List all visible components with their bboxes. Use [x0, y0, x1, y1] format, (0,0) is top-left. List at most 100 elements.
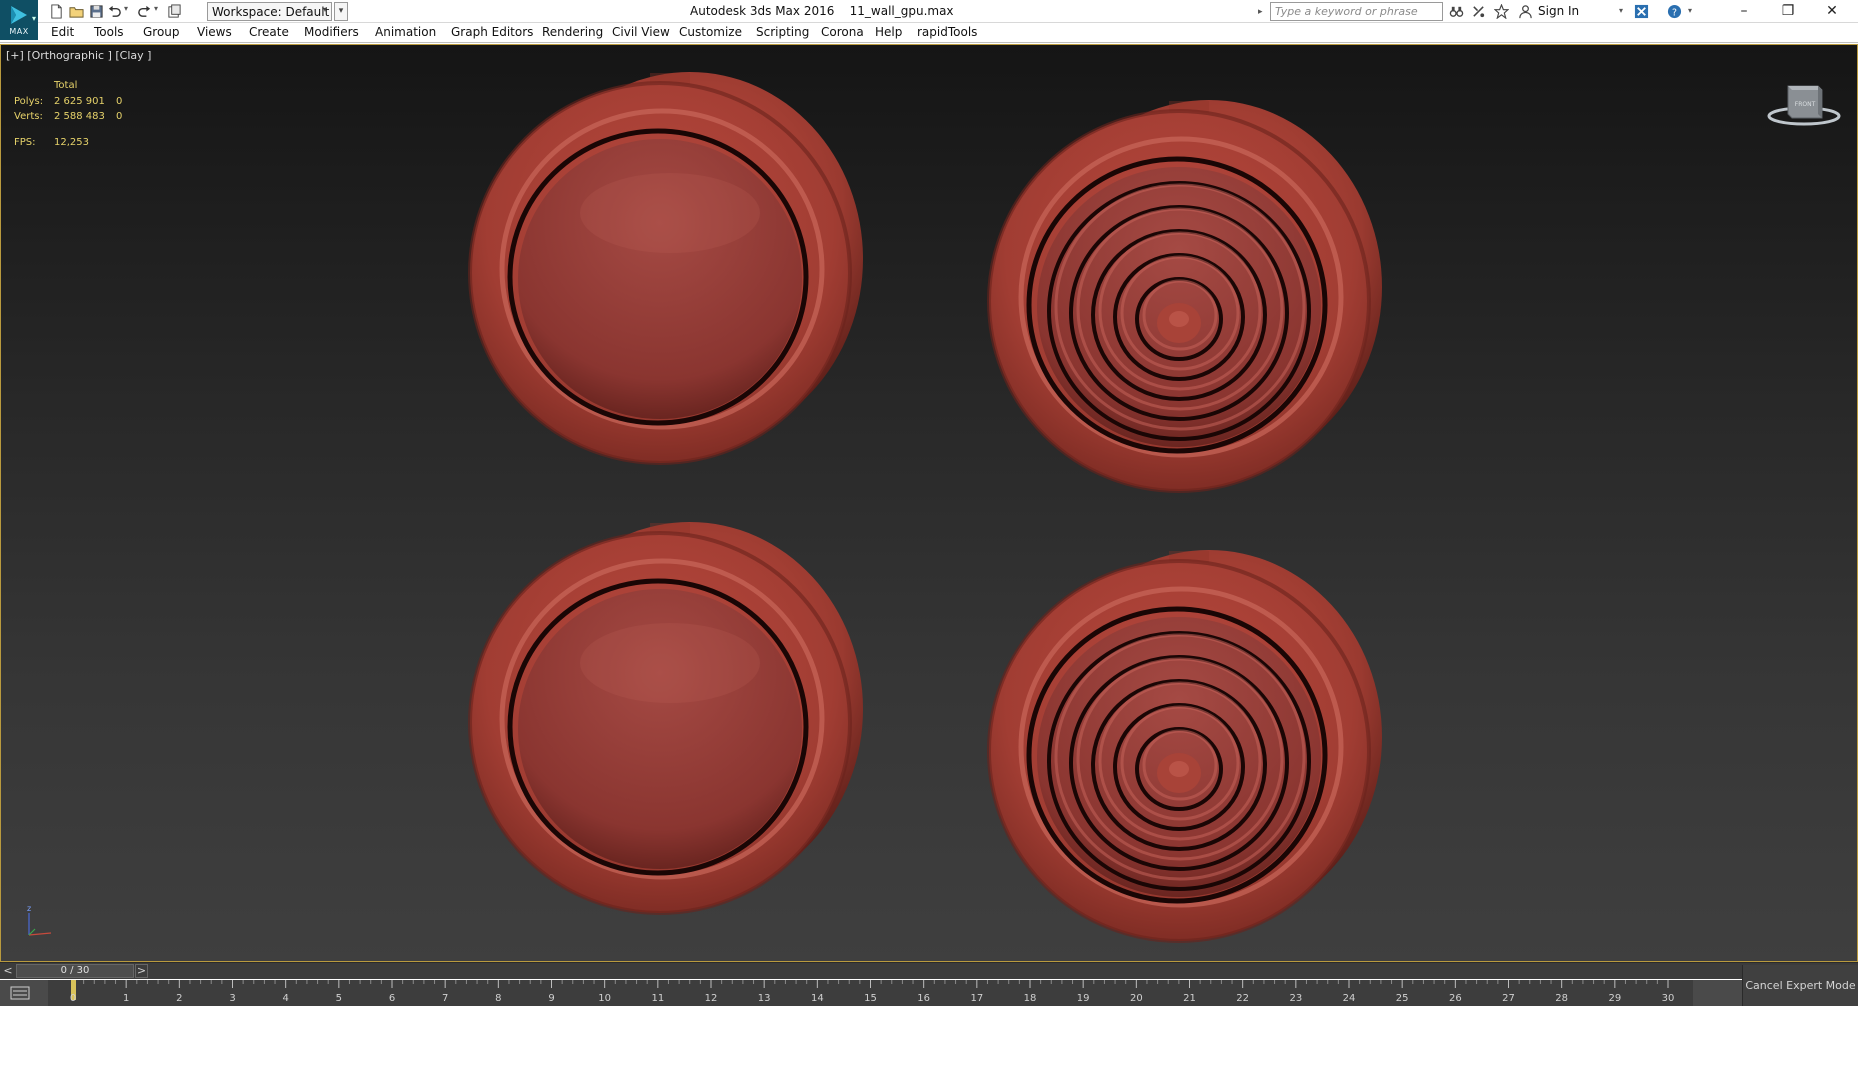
menu-customize[interactable]: Customize [679, 25, 742, 39]
menu-civil-view[interactable]: Civil View [612, 25, 670, 39]
scene-canvas[interactable] [1, 45, 1858, 962]
save-button[interactable] [86, 2, 106, 20]
axis-z-label: z [27, 904, 31, 913]
ruler-tick-label: 11 [651, 993, 665, 1004]
redo-history-arrow-icon[interactable]: ▾ [154, 4, 158, 13]
chevron-down-icon[interactable]: ▾ [1619, 6, 1623, 15]
ruler-tick-label: 14 [810, 993, 824, 1004]
ruler-tick-label: 3 [229, 993, 236, 1004]
timeline-ruler[interactable]: 0 1 2 3 4 5 6 7 8 9 10 11 12 13 14 15 16 17 18 19 20 21 22 23 24… [48, 980, 1693, 1006]
search-button[interactable] [1446, 2, 1466, 21]
ruler-tick-label: 18 [1023, 993, 1037, 1004]
help-button[interactable]: ? [1664, 2, 1684, 21]
exchange-x-icon [1634, 4, 1648, 19]
application-menu-button[interactable]: MAX ▾ [0, 0, 38, 40]
ruler-tick-label: 28 [1555, 993, 1569, 1004]
menu-corona[interactable]: Corona [821, 25, 864, 39]
menu-help[interactable]: Help [875, 25, 902, 39]
app-logo-label: MAX [9, 27, 29, 36]
time-slider-next-button[interactable]: > [135, 964, 148, 978]
project-folder-icon [167, 3, 181, 18]
time-slider[interactable]: < 0 / 30 > [0, 962, 1858, 979]
redo-icon [137, 5, 150, 17]
menu-edit[interactable]: Edit [51, 25, 74, 39]
menu-group[interactable]: Group [143, 25, 180, 39]
chevron-down-icon[interactable]: ▾ [1688, 6, 1692, 15]
button-ringed[interactable] [987, 100, 1382, 493]
binoculars-icon [1449, 6, 1463, 17]
open-mini-curve-editor-button[interactable] [6, 984, 34, 1002]
undo-button[interactable] [104, 2, 124, 20]
objects-layer [468, 72, 1382, 943]
user-icon [1518, 5, 1532, 19]
workspace-dropdown[interactable]: Workspace: Default ▾ [207, 2, 332, 21]
menu-create[interactable]: Create [249, 25, 289, 39]
menu-modifiers[interactable]: Modifiers [304, 25, 359, 39]
help-icon: ? [1667, 4, 1681, 18]
menu-rapidtools[interactable]: rapidTools [917, 25, 977, 39]
infocenter-search-input[interactable]: Type a keyword or phrase [1270, 2, 1443, 21]
ruler-tick-label: 24 [1342, 993, 1356, 1004]
open-file-icon [68, 6, 84, 18]
chevron-down-icon: ▾ [322, 5, 327, 14]
button-ringed[interactable] [987, 550, 1382, 943]
ruler-tick-label: 25 [1395, 993, 1409, 1004]
restore-button[interactable]: ❐ [1766, 0, 1810, 22]
ruler-tick-label: 5 [335, 993, 343, 1004]
time-slider-prev-button[interactable]: < [2, 964, 14, 978]
ruler-tick-label: 16 [917, 993, 931, 1004]
subscription-icon [1472, 6, 1484, 18]
new-file-button[interactable] [46, 2, 66, 20]
user-account-button[interactable] [1515, 2, 1535, 21]
menu-views[interactable]: Views [197, 25, 232, 39]
ruler-tick-label: 29 [1608, 993, 1622, 1004]
autodesk-exchange-button[interactable] [1631, 2, 1651, 21]
menu-graph-editors[interactable]: Graph Editors [451, 25, 533, 39]
chevron-down-icon: ▾ [31, 14, 36, 23]
close-button[interactable]: ✕ [1810, 0, 1854, 22]
button-plain[interactable] [468, 72, 863, 465]
save-icon [89, 4, 103, 18]
polys-label: Polys: [14, 95, 44, 107]
redo-button[interactable] [134, 2, 154, 20]
undo-icon [108, 5, 121, 17]
minimize-button[interactable]: – [1722, 0, 1766, 22]
collapse-search-arrow-icon[interactable]: ▸ [1258, 3, 1268, 21]
menu-rendering[interactable]: Rendering [542, 25, 603, 39]
button-plain[interactable] [468, 522, 863, 915]
axis-tripod: z [27, 904, 52, 936]
app-name: Autodesk 3ds Max 2016 [690, 4, 835, 18]
open-file-button[interactable] [66, 2, 86, 20]
menu-tools[interactable]: Tools [94, 25, 124, 39]
title-bar: MAX ▾ ▾ ▾ Workspace: Default ▾ ▾ Autodes… [0, 0, 1858, 40]
undo-history-arrow-icon[interactable]: ▾ [124, 4, 128, 13]
project-folder-button[interactable] [164, 2, 184, 20]
subscription-center-button[interactable] [1468, 2, 1488, 21]
viewport-orthographic[interactable]: [+] [Orthographic ] [Clay ] Total Polys:… [0, 44, 1858, 962]
ruler-tick-label: 30 [1661, 993, 1675, 1004]
menu-scripting[interactable]: Scripting [756, 25, 809, 39]
verts-selected: 0 [116, 111, 123, 122]
viewcube[interactable]: FRONT [1766, 78, 1842, 128]
stats-header: Total [54, 80, 78, 91]
polys-value: 2 625 901 [54, 95, 105, 107]
statistics-overlay: Total Polys: 2 625 901 0 Verts: 2 588 48… [14, 78, 130, 150]
menu-animation[interactable]: Animation [375, 25, 436, 39]
fps-label: FPS: [14, 136, 36, 148]
workspace-label: Workspace: Default [212, 4, 330, 19]
favorites-star-icon [1493, 4, 1509, 19]
viewport-label[interactable]: [+] [Orthographic ] [Clay ] [6, 49, 151, 62]
viewcube-face-label: FRONT [1795, 101, 1816, 108]
empty-area [0, 1006, 1858, 1080]
ruler-tick-label: 8 [495, 993, 502, 1004]
favorites-button[interactable] [1491, 2, 1511, 21]
customize-quick-access-button[interactable]: ▾ [334, 2, 348, 21]
sign-in-link[interactable]: Sign In [1538, 4, 1579, 18]
verts-label: Verts: [14, 111, 43, 122]
menu-bar: Edit Tools Group Views Create Modifiers … [0, 23, 1858, 43]
ruler-tick-label: 19 [1076, 993, 1090, 1004]
time-slider-thumb[interactable]: 0 / 30 [16, 964, 134, 978]
ruler-tick-label: 9 [548, 993, 555, 1004]
curve-editor-icon [10, 986, 30, 1000]
cancel-expert-mode-button[interactable]: Cancel Expert Mode [1742, 965, 1858, 1006]
